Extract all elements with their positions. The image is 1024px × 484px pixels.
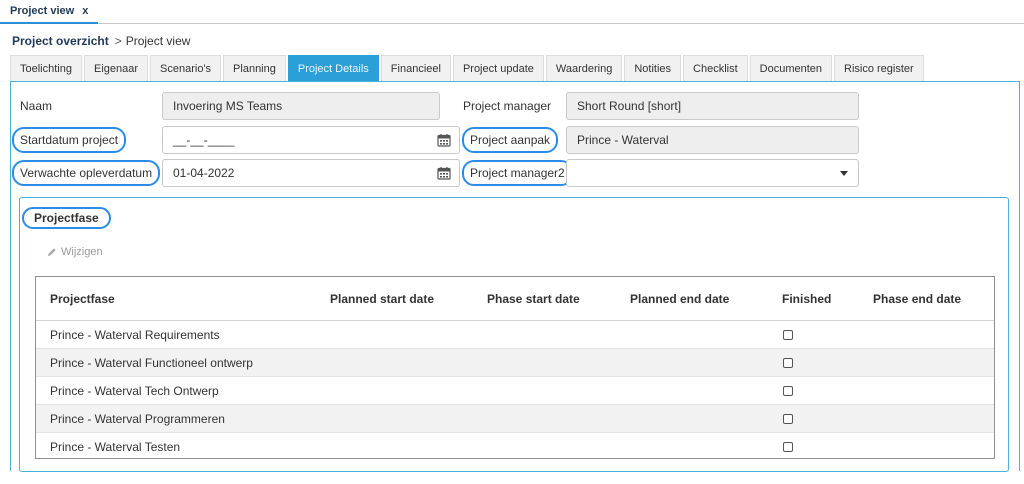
project-manager-label: Project manager bbox=[463, 99, 552, 113]
tab-documenten[interactable]: Documenten bbox=[749, 55, 833, 81]
project-aanpak-value: Prince - Waterval bbox=[577, 133, 669, 147]
table-row: Prince - Waterval Functioneel ontwerp bbox=[36, 349, 994, 377]
project-aanpak-label: Project aanpak bbox=[462, 127, 559, 153]
projectfase-cell: Prince - Waterval Functioneel ontwerp bbox=[50, 356, 253, 370]
tab-checklist[interactable]: Checklist bbox=[683, 55, 748, 81]
naam-label: Naam bbox=[20, 99, 53, 113]
tab-planning[interactable]: Planning bbox=[223, 55, 286, 81]
window-tab[interactable]: Project view x bbox=[0, 0, 99, 24]
breadcrumb-separator: > bbox=[114, 34, 122, 48]
column-header-phase-start-date: Phase start date bbox=[487, 292, 580, 306]
tab-waardering[interactable]: Waardering bbox=[545, 55, 623, 81]
tab-risico-register[interactable]: Risico register bbox=[834, 55, 924, 81]
project-manager-field: Short Round [short] bbox=[566, 92, 859, 120]
table-row: Prince - Waterval Tech Ontwerp bbox=[36, 377, 994, 405]
projectfase-title: Projectfase bbox=[22, 207, 111, 229]
close-icon[interactable]: x bbox=[82, 5, 88, 17]
window-tab-bar: Project view x bbox=[0, 0, 1024, 24]
calendar-icon[interactable] bbox=[437, 133, 451, 147]
projectfase-cell: Prince - Waterval Testen bbox=[50, 440, 181, 454]
column-header-projectfase: Projectfase bbox=[50, 292, 115, 306]
project-aanpak-field: Prince - Waterval bbox=[566, 126, 859, 154]
table-row: Prince - Waterval Testen bbox=[36, 433, 994, 461]
verwachte-opleverdatum-value: 01-04-2022 bbox=[173, 166, 235, 180]
verwachte-opleverdatum-label: Verwachte opleverdatum bbox=[12, 160, 161, 186]
calendar-icon[interactable] bbox=[437, 166, 451, 180]
projectfase-table: Projectfase Planned start date Phase sta… bbox=[35, 276, 995, 459]
breadcrumb-parent-link[interactable]: Project overzicht bbox=[12, 34, 109, 48]
column-header-phase-end-date: Phase end date bbox=[873, 292, 962, 306]
tab-bar: Toelichting Eigenaar Scenario's Planning… bbox=[10, 55, 926, 81]
column-header-planned-start-date: Planned start date bbox=[330, 292, 435, 306]
projectfase-panel: Projectfase Wijzigen Projectfase Planned… bbox=[19, 197, 1009, 472]
project-manager2-label: Project manager2 bbox=[462, 160, 573, 186]
breadcrumb: Project overzicht > Project view bbox=[12, 34, 190, 48]
projectfase-cell: Prince - Waterval Tech Ontwerp bbox=[50, 384, 219, 398]
naam-field: Invoering MS Teams bbox=[162, 92, 440, 120]
finished-checkbox[interactable] bbox=[783, 442, 793, 452]
tab-scenarios[interactable]: Scenario's bbox=[150, 55, 222, 81]
startdatum-input[interactable]: __-__-____ bbox=[162, 126, 460, 154]
tab-project-details[interactable]: Project Details bbox=[287, 55, 379, 81]
project-details-panel: Naam Invoering MS Teams Project manager … bbox=[10, 81, 1020, 472]
chevron-down-icon[interactable] bbox=[840, 171, 848, 176]
table-row: Prince - Waterval Programmeren bbox=[36, 405, 994, 433]
wijzigen-label: Wijzigen bbox=[61, 246, 103, 258]
tab-eigenaar[interactable]: Eigenaar bbox=[83, 55, 149, 81]
breadcrumb-current: Project view bbox=[125, 34, 191, 48]
finished-checkbox[interactable] bbox=[783, 414, 793, 424]
finished-checkbox[interactable] bbox=[783, 358, 793, 368]
projectfase-cell: Prince - Waterval Programmeren bbox=[50, 412, 225, 426]
project-manager2-select[interactable] bbox=[566, 159, 859, 187]
startdatum-value: __-__-____ bbox=[173, 133, 235, 147]
tab-toelichting[interactable]: Toelichting bbox=[10, 55, 82, 81]
startdatum-label: Startdatum project bbox=[12, 127, 127, 153]
wijzigen-button[interactable]: Wijzigen bbox=[47, 246, 103, 258]
finished-checkbox[interactable] bbox=[783, 330, 793, 340]
table-header: Projectfase Planned start date Phase sta… bbox=[36, 277, 994, 321]
verwachte-opleverdatum-input[interactable]: 01-04-2022 bbox=[162, 159, 460, 187]
window-tab-title: Project view bbox=[10, 5, 75, 17]
table-row: Prince - Waterval Requirements bbox=[36, 321, 994, 349]
finished-checkbox[interactable] bbox=[783, 386, 793, 396]
column-header-finished: Finished bbox=[782, 292, 832, 306]
projectfase-cell: Prince - Waterval Requirements bbox=[50, 328, 220, 342]
tab-financieel[interactable]: Financieel bbox=[380, 55, 451, 81]
tab-project-update[interactable]: Project update bbox=[452, 55, 544, 81]
tab-notities[interactable]: Notities bbox=[624, 55, 682, 81]
column-header-planned-end-date: Planned end date bbox=[630, 292, 730, 306]
project-manager-value: Short Round [short] bbox=[577, 99, 682, 113]
pencil-icon bbox=[48, 248, 56, 256]
naam-value: Invoering MS Teams bbox=[173, 99, 283, 113]
